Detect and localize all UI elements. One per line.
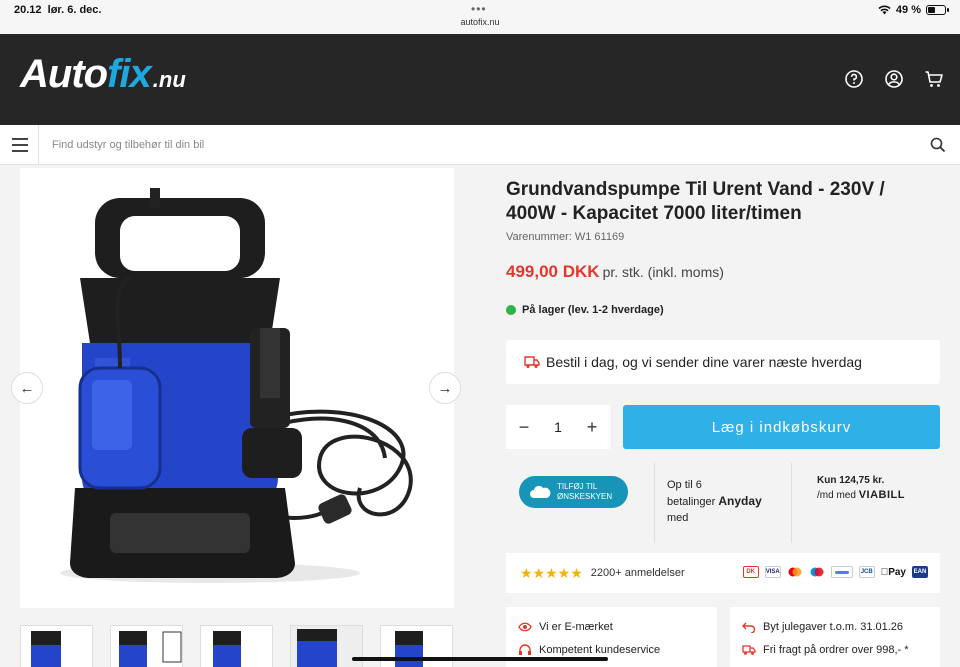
ean-icon: EAN [912, 566, 928, 578]
gallery-next-button[interactable]: → [429, 372, 461, 404]
gallery-prev-button[interactable]: ← [11, 372, 43, 404]
eye-icon [518, 622, 532, 632]
battery-percent: 49 % [895, 4, 921, 16]
cloud-icon [530, 485, 551, 498]
account-icon[interactable] [884, 69, 904, 89]
product-price: 499,00 DKK pr. stk. (inkl. moms) [506, 262, 724, 281]
dankort-icon: DK [742, 566, 759, 578]
product-title: Grundvandspumpe Til Urent Vand - 230V / … [506, 179, 885, 224]
truck-icon [524, 356, 540, 368]
product-image[interactable] [20, 168, 454, 608]
review-count: 2200+ anmeldelser [590, 567, 685, 579]
viabill-logo: VIABILL [858, 489, 905, 501]
product-gallery: ← → [11, 168, 461, 608]
usp-item: Byt julegaver t.o.m. 31.01.26 [742, 621, 940, 633]
cart-icon[interactable] [924, 69, 944, 89]
usp-box-right: Byt julegaver t.o.m. 31.01.26 Fri fragt … [730, 607, 940, 667]
tab-menu-dots[interactable]: ••• [471, 2, 487, 16]
search-icon[interactable] [930, 137, 946, 153]
anyday-logo: Anyday [718, 494, 762, 508]
visa-icon: VISA [764, 566, 781, 578]
thumbnail[interactable] [20, 625, 93, 667]
reviews-bar[interactable]: ★★★★★ 2200+ anmeldelser DK VISA JCB Pay… [506, 553, 940, 593]
rating-stars-icon: ★★★★★ [520, 564, 583, 581]
status-bar: 20.12 lør. 6. dec. ••• autofix.nu 49 % [0, 0, 960, 34]
mobilepay-icon [830, 566, 853, 578]
status-time: 20.12 lør. 6. dec. [14, 4, 102, 16]
quantity-stepper: − 1 + [506, 405, 610, 449]
arrow-left-icon: ← [19, 379, 35, 397]
payment-icons: DK VISA JCB Pay EAN [742, 566, 928, 578]
wifi-icon [878, 5, 891, 15]
address-url[interactable]: autofix.nu [0, 17, 960, 27]
maestro-icon [810, 567, 824, 577]
shipping-info-box: Bestil i dag, og vi sender dine varer næ… [506, 340, 940, 384]
headset-icon [519, 644, 531, 655]
site-logo[interactable]: Auto fix .nu [20, 52, 186, 97]
usp-item: Fri fragt på ordrer over 998,- * [742, 644, 940, 656]
wishlist-button[interactable]: TILFØJ TIL ØNSKESKYEN [519, 476, 628, 508]
thumbnail[interactable] [110, 625, 183, 667]
apple-pay-icon: Pay [881, 566, 906, 578]
anyday-info[interactable]: Op til 6 betalinger Anyday med [654, 463, 791, 543]
qty-decrease-button[interactable]: − [516, 417, 532, 438]
jcb-icon: JCB [858, 566, 875, 578]
status-right: 49 % [878, 4, 949, 16]
home-indicator[interactable] [352, 657, 608, 661]
arrow-right-icon: → [437, 379, 453, 397]
viabill-info[interactable]: Kun 124,75 kr. /md med VIABILL [791, 463, 940, 543]
product-sku: Varenummer: W1 61169 [506, 231, 625, 243]
quantity-value[interactable]: 1 [554, 419, 562, 435]
thumbnail[interactable] [200, 625, 273, 667]
stock-status: På lager (lev. 1-2 hverdage) [506, 304, 664, 316]
battery-icon [926, 5, 949, 15]
usp-item: Vi er E-mærket [518, 621, 717, 633]
usp-item: Kompetent kundeservice [518, 644, 717, 656]
menu-icon[interactable] [12, 138, 28, 152]
search-input[interactable] [52, 135, 872, 155]
promo-row: TILFØJ TIL ØNSKESKYEN Op til 6 betalinger… [506, 463, 940, 543]
truck-icon [742, 645, 756, 655]
search-bar [0, 125, 960, 165]
site-header: Auto fix .nu [0, 34, 960, 125]
mastercard-icon [788, 567, 802, 577]
in-stock-dot-icon [506, 305, 516, 315]
qty-increase-button[interactable]: + [584, 417, 600, 438]
help-icon[interactable] [844, 69, 864, 89]
add-to-cart-button[interactable]: Læg i indkøbskurv [623, 405, 940, 449]
return-icon [742, 622, 756, 633]
